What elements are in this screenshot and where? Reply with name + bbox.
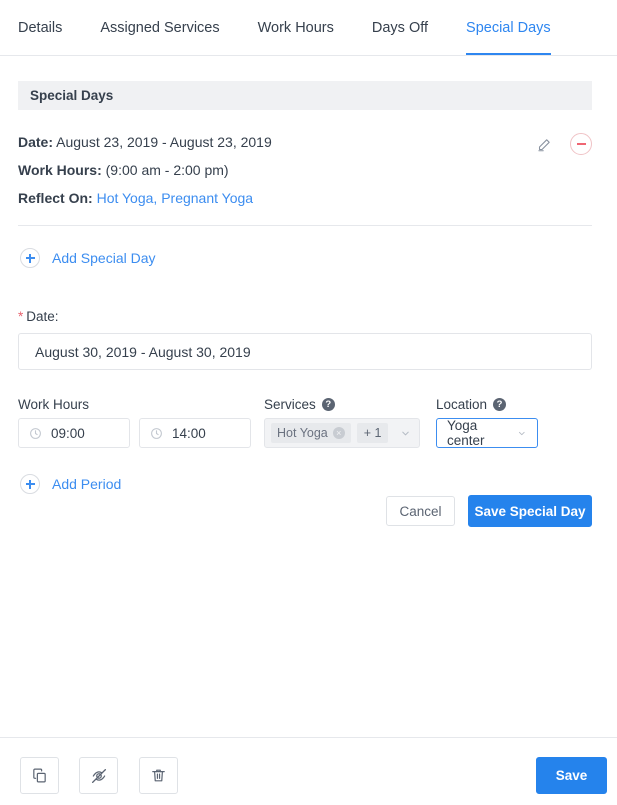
location-selected-value: Yoga center [447,418,485,448]
services-chip-label: Hot Yoga [277,426,328,440]
entry-work-hours-line: Work Hours: (9:00 am - 2:00 pm) [18,156,592,184]
edit-special-day-button[interactable] [534,134,554,154]
services-multiselect[interactable]: Hot Yoga × + 1 [264,418,420,448]
services-more-count: + 1 [356,423,389,443]
tab-assigned-services[interactable]: Assigned Services [100,0,219,55]
tab-bar: Details Assigned Services Work Hours Day… [0,0,617,56]
add-period-label: Add Period [52,476,122,492]
entry-divider [18,225,592,226]
work-hours-start-input[interactable]: 09:00 [18,418,130,448]
date-field-label: * Date: [18,309,59,324]
clock-icon [151,427,162,439]
special-days-section-header: Special Days [18,81,592,110]
services-help-icon[interactable]: ? [321,398,335,411]
special-days-page: Details Assigned Services Work Hours Day… [0,0,617,805]
required-asterisk: * [18,309,24,324]
entry-date-label: Date: [18,134,54,150]
services-label: Services [264,397,316,412]
save-button[interactable]: Save [536,757,607,794]
work-hours-end-input[interactable]: 14:00 [139,418,251,448]
bottom-bar-divider [0,737,617,738]
clock-icon [30,427,41,439]
duplicate-button[interactable] [20,757,59,794]
form-row-labels: Work Hours Services ? Location ? [0,397,617,415]
tab-special-days[interactable]: Special Days [466,0,551,55]
add-period-button[interactable]: Add Period [20,474,121,494]
entry-reflect-on-label: Reflect On: [18,190,93,206]
copy-icon [33,768,46,783]
location-label-group: Location ? [436,397,507,412]
date-range-input[interactable]: August 30, 2019 - August 30, 2019 [18,333,592,370]
services-label-group: Services ? [264,397,335,412]
pencil-icon [537,138,550,151]
entry-work-hours-value: (9:00 am - 2:00 pm) [105,162,229,178]
location-label: Location [436,397,488,412]
tab-details[interactable]: Details [18,0,62,55]
entry-reflect-on-line: Reflect On: Hot Yoga, Pregnant Yoga [18,184,592,212]
tab-work-hours[interactable]: Work Hours [258,0,334,55]
plus-circle-icon [20,474,40,494]
plus-circle-icon [20,248,40,268]
add-special-day-label: Add Special Day [52,250,156,266]
chevron-down-icon [519,431,526,435]
services-chip: Hot Yoga × [271,423,351,443]
minus-circle-icon [576,143,586,145]
entry-work-hours-label: Work Hours: [18,162,102,178]
location-select[interactable]: Yoga center [436,418,538,448]
add-special-day-button[interactable]: Add Special Day [20,248,156,268]
tab-days-off[interactable]: Days Off [372,0,428,55]
date-label-text: Date: [26,309,59,324]
trash-icon [152,769,165,782]
work-hours-end-value: 14:00 [172,425,206,441]
entry-actions [534,133,592,155]
hide-button[interactable] [79,757,118,794]
eye-off-icon [91,768,106,783]
cancel-button[interactable]: Cancel [386,496,455,526]
work-hours-label-group: Work Hours [18,397,89,412]
entry-reflect-on-services-link[interactable]: Hot Yoga, Pregnant Yoga [97,190,253,206]
special-day-entry: Date: August 23, 2019 - August 23, 2019 … [18,128,592,212]
delete-button[interactable] [139,757,178,794]
chevron-down-icon [402,431,409,435]
save-special-day-button[interactable]: Save Special Day [468,495,592,527]
services-chip-remove-icon[interactable]: × [332,427,345,439]
location-help-icon[interactable]: ? [493,398,507,411]
entry-date-value: August 23, 2019 - August 23, 2019 [56,134,272,150]
remove-special-day-button[interactable] [570,133,592,155]
work-hours-label: Work Hours [18,397,90,412]
work-hours-start-value: 09:00 [51,425,85,441]
entry-date-line: Date: August 23, 2019 - August 23, 2019 [18,128,592,156]
